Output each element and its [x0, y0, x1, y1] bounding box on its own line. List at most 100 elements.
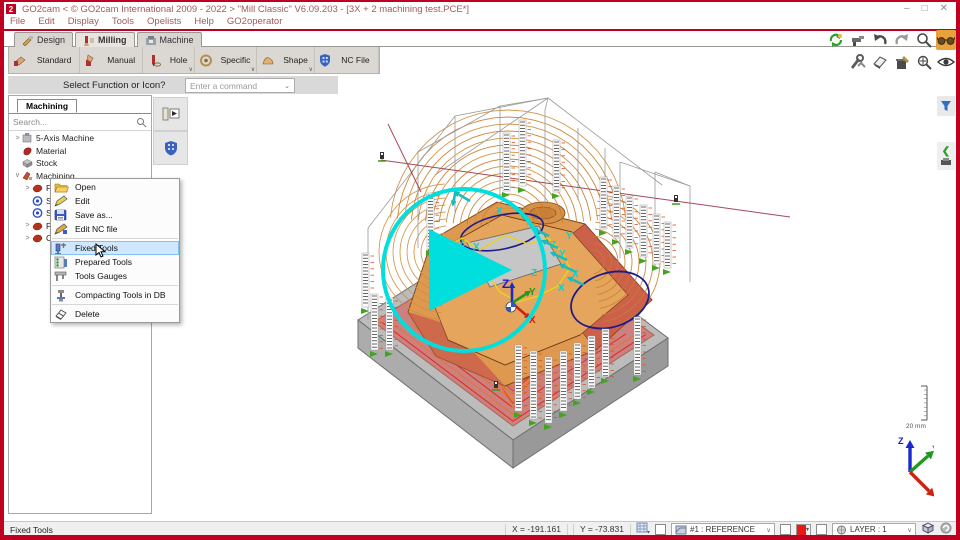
context-menu-item-label: Open — [75, 182, 96, 192]
window-border-bottom — [0, 535, 960, 540]
expander-open-icon[interactable]: v — [13, 172, 22, 179]
edit-nc-icon — [54, 223, 70, 235]
grid-icon — [636, 522, 650, 534]
expander-closed-icon[interactable]: > — [23, 185, 32, 192]
chevron-down-icon[interactable]: ∨ — [309, 66, 313, 73]
expander-closed-icon[interactable]: > — [23, 222, 32, 229]
machining-tools-button[interactable] — [848, 52, 868, 72]
redo-button[interactable] — [892, 30, 912, 50]
window-border-left — [0, 0, 4, 540]
machining-node-icon — [22, 171, 33, 181]
minimize-button[interactable]: – — [904, 2, 910, 16]
undo-button[interactable] — [870, 30, 890, 50]
machining-tools-icon — [849, 54, 867, 70]
rotate-view-button[interactable] — [826, 30, 846, 50]
panel-collapse-button[interactable]: ❮ — [937, 142, 955, 170]
command-input[interactable]: Enter a command ⌄ — [185, 78, 295, 93]
undo-icon — [872, 32, 888, 48]
context-menu: Open EditSave as... Edit NC file Fixed Tool… — [50, 178, 180, 323]
context-menu-item-tools-gauges[interactable]: Tools Gauges — [51, 269, 179, 283]
color-swatch-dropdown[interactable]: ▾ — [796, 524, 811, 536]
context-menu-item-label: Tools Gauges — [75, 271, 127, 281]
tab-milling[interactable]: Milling — [75, 32, 135, 47]
command-bar: Select Function or Icon? Enter a command… — [8, 76, 338, 94]
context-menu-item-compacting-tools-in-db[interactable]: Compacting Tools in DB — [51, 288, 179, 302]
panel-tab-machining[interactable]: Machining — [17, 99, 77, 113]
ribbon-button-label: Hole — [165, 55, 192, 65]
command-prompt-label: Select Function or Icon? — [63, 80, 165, 91]
ribbon-nc-file-button[interactable]: NC File — [315, 47, 379, 73]
eraser-button[interactable] — [870, 52, 890, 72]
menu-display[interactable]: Display — [68, 16, 99, 28]
delete-eraser-icon — [54, 308, 70, 320]
filter-button[interactable] — [937, 96, 955, 116]
specific-icon — [199, 54, 213, 67]
tree-item-stock[interactable]: Stock — [9, 157, 151, 170]
zoom-target-button[interactable] — [914, 52, 934, 72]
tree-search-input[interactable]: Search... — [9, 114, 151, 131]
menu-edit[interactable]: Edit — [38, 16, 54, 28]
chevron-down-icon[interactable]: ∨ — [251, 66, 255, 73]
tree-item-material[interactable]: Material — [9, 145, 151, 158]
view-cube-icon — [921, 521, 935, 534]
ribbon-hole-button[interactable]: Hole∨ — [143, 47, 195, 73]
status-message: Fixed Tools — [10, 525, 53, 535]
context-menu-item-fixed-tools[interactable]: Fixed Tools — [51, 241, 179, 255]
menu-file[interactable]: File — [10, 16, 25, 28]
ribbon-button-label: Manual — [102, 55, 140, 65]
material-removal-button[interactable] — [892, 52, 912, 72]
context-menu-item-edit-nc-file[interactable]: Edit NC file — [51, 222, 179, 236]
window-title: GO2cam < © GO2cam International 2009 - 2… — [22, 4, 469, 15]
expander-closed-icon[interactable]: > — [23, 235, 32, 242]
menu-help[interactable]: Help — [194, 16, 214, 28]
color-checkbox[interactable] — [780, 524, 791, 535]
menu-tools[interactable]: Tools — [112, 16, 134, 28]
tab-machine[interactable]: Machine — [137, 32, 202, 47]
maximize-button[interactable]: □ — [922, 2, 928, 16]
standard-icon — [13, 54, 27, 67]
ribbon-manual-button[interactable]: Manual — [80, 47, 143, 73]
svg-text:Z: Z — [898, 436, 904, 446]
context-menu-item-open[interactable]: Open — [51, 180, 179, 194]
open-folder-icon — [54, 181, 70, 193]
material-removal-icon — [894, 55, 910, 70]
context-menu-item-label: Edit NC file — [75, 224, 118, 234]
chevron-down-icon[interactable]: ∨ — [188, 66, 192, 73]
svg-text:Z: Z — [550, 240, 556, 251]
command-placeholder: Enter a command — [190, 81, 257, 91]
tree-item-5-axis-machine[interactable]: >5-Axis Machine — [9, 132, 151, 145]
expander-closed-icon[interactable]: > — [13, 135, 22, 142]
context-menu-item-label: Delete — [75, 309, 100, 319]
close-button[interactable]: ✕ — [940, 2, 948, 16]
menu-go2operator[interactable]: GO2operator — [227, 16, 282, 28]
visibility-eye-button[interactable] — [936, 52, 956, 72]
milling-tab-icon — [83, 35, 95, 46]
chevron-down-icon: ▾ — [806, 525, 810, 535]
measure-button[interactable] — [848, 30, 868, 50]
context-menu-item-delete[interactable]: Delete — [51, 307, 179, 321]
tab-design[interactable]: Design — [14, 32, 73, 47]
glasses-button[interactable] — [936, 30, 956, 50]
layer-icon — [836, 525, 847, 535]
svg-text:Y: Y — [529, 287, 536, 298]
tree-item-label: Stock — [36, 158, 57, 168]
context-menu-item-prepared-tools[interactable]: Prepared Tools — [51, 255, 179, 269]
layer-checkbox[interactable] — [816, 524, 827, 535]
ribbon-standard-button[interactable]: Standard — [9, 47, 80, 73]
nc-file-panel-button[interactable] — [153, 131, 188, 165]
context-menu-item-edit[interactable]: Edit — [51, 194, 179, 208]
zoom-button[interactable] — [914, 30, 934, 50]
eraser-icon — [872, 55, 888, 69]
svg-text:Z: Z — [531, 268, 537, 279]
reference-checkbox[interactable] — [655, 524, 666, 535]
viewport-3d[interactable]: ZXYZYXXZXZYX20 mmZYX — [186, 95, 934, 520]
shape-icon — [261, 54, 275, 67]
ribbon-shape-button[interactable]: Shape∨ — [257, 47, 315, 73]
chevron-down-icon: ⌄ — [284, 82, 290, 90]
simulation-panel-button[interactable] — [153, 97, 188, 131]
ribbon-specific-button[interactable]: Specific∨ — [195, 47, 257, 73]
svg-text:20 mm: 20 mm — [906, 423, 926, 430]
context-menu-item-save-as-[interactable]: Save as... — [51, 208, 179, 222]
window-border-right — [956, 0, 960, 540]
menu-opelists[interactable]: Opelists — [147, 16, 181, 28]
